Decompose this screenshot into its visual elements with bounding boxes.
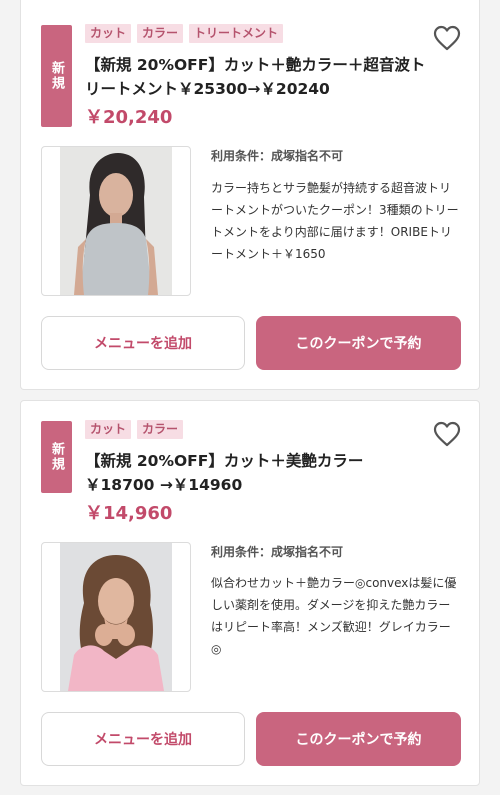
coupon-tags: カット カラー [85, 420, 184, 439]
coupon-price: ￥20,240 [85, 107, 173, 128]
tag-color: カラー [137, 420, 184, 439]
favorite-heart-icon[interactable] [433, 421, 461, 447]
stylist-photo-image [60, 147, 172, 295]
coupon-description: カラー持ちとサラ艶髪が持続する超音波トリートメントがついたクーポン！3種類のトリ… [211, 181, 459, 261]
stylist-photo [41, 542, 191, 692]
add-menu-button[interactable]: メニューを追加 [41, 712, 245, 766]
coupon-description: 似合わせカット＋艶カラー◎convexは髪に優しい薬剤を使用。ダメージを抑えた艶… [211, 576, 457, 656]
favorite-heart-icon[interactable] [433, 25, 461, 51]
coupon-title: 【新規 20%OFF】カット＋美艶カラー ￥18700 →￥14960 [85, 452, 364, 494]
usage-conditions: 利用条件：成塚指名不可 [211, 149, 344, 163]
new-customer-badge: 新規 [41, 421, 72, 493]
usage-conditions: 利用条件：成塚指名不可 [211, 545, 344, 559]
coupon-price: ￥14,960 [85, 503, 173, 524]
stylist-photo-image [60, 543, 172, 691]
coupon-title: 【新規 20%OFF】カット＋艶カラー＋超音波トリートメント￥25300→￥20… [85, 56, 426, 98]
add-menu-button[interactable]: メニューを追加 [41, 316, 245, 370]
tag-treatment: トリートメント [189, 24, 284, 43]
coupon-card: 新規 カット カラー トリートメント 【新規 20%OFF】カット＋艶カラー＋超… [20, 0, 480, 390]
tag-cut: カット [85, 420, 132, 439]
reserve-coupon-button[interactable]: このクーポンで予約 [256, 712, 461, 766]
stylist-photo [41, 146, 191, 296]
coupon-tags: カット カラー トリートメント [85, 24, 284, 43]
tag-color: カラー [137, 24, 184, 43]
new-customer-badge: 新規 [41, 25, 72, 127]
coupon-card: 新規 カット カラー 【新規 20%OFF】カット＋美艶カラー ￥18700 →… [20, 400, 480, 786]
reserve-coupon-button[interactable]: このクーポンで予約 [256, 316, 461, 370]
tag-cut: カット [85, 24, 132, 43]
